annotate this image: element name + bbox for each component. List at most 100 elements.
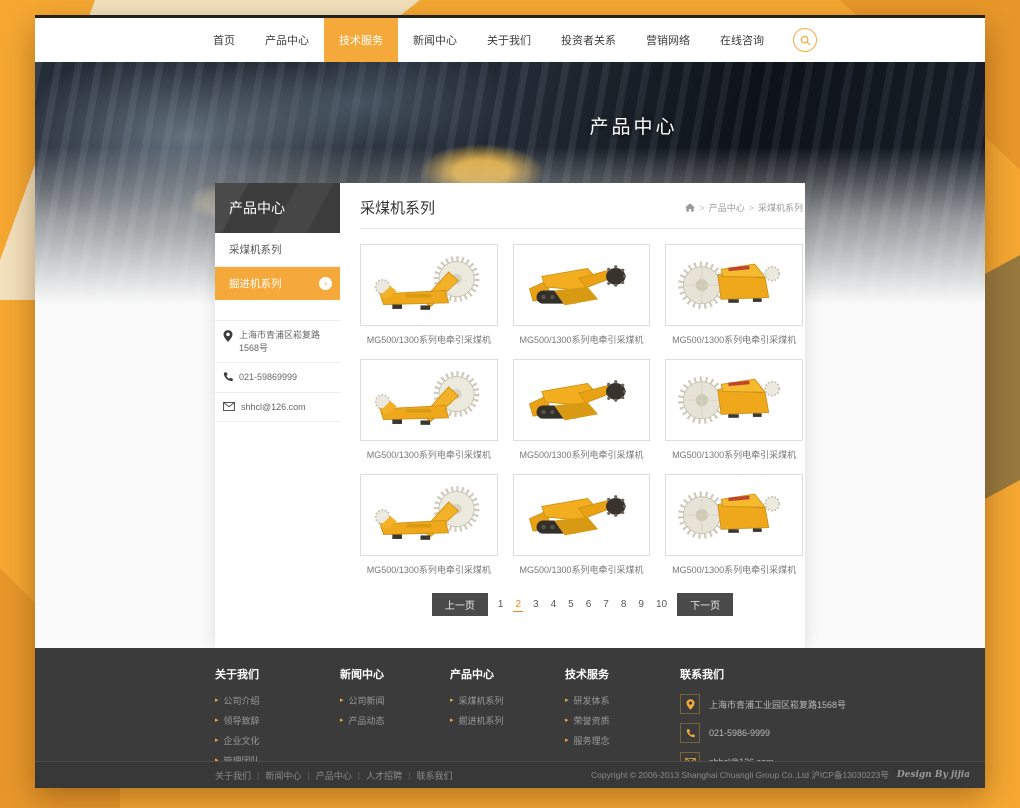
product-caption[interactable]: MG500/1300系列电牵引采煤机: [513, 448, 651, 461]
footer-link-roadheader-series[interactable]: ▸掘进机系列: [450, 714, 565, 727]
bullet-icon: ▸: [340, 697, 344, 704]
bullet-icon: ▸: [215, 717, 219, 724]
bottom-link-contact[interactable]: 联系我们: [416, 769, 452, 782]
bullet-icon: ▸: [565, 717, 569, 724]
map-pin-icon: [680, 694, 700, 714]
bottom-link-news[interactable]: 新闻中心: [265, 769, 301, 782]
footer-bottom-bar: 关于我们| 新闻中心| 产品中心| 人才招聘| 联系我们 Copyright ©…: [35, 761, 985, 788]
product-caption[interactable]: MG500/1300系列电牵引采煤机: [360, 563, 498, 576]
footer-link-rd-system[interactable]: ▸研发体系: [565, 694, 680, 707]
page-number-3[interactable]: 3: [531, 598, 541, 611]
nav-item-online-consult[interactable]: 在线咨询: [705, 18, 779, 62]
prev-page-button[interactable]: 上一页: [432, 593, 488, 616]
page-number-9[interactable]: 9: [636, 598, 646, 611]
nav-item-products[interactable]: 产品中心: [250, 18, 324, 62]
product-caption[interactable]: MG500/1300系列电牵引采煤机: [360, 333, 498, 346]
product-grid: MG500/1300系列电牵引采煤机 MG500/1300系列电牵引采煤机 MG…: [360, 244, 805, 589]
product-caption[interactable]: MG500/1300系列电牵引采煤机: [360, 448, 498, 461]
map-pin-icon: [223, 330, 233, 342]
wheel-shearer-machine-illustration: [672, 250, 797, 320]
bullet-icon: ▸: [450, 697, 454, 704]
product-image-wheel-shearer[interactable]: [665, 244, 803, 326]
nav-item-marketing[interactable]: 营销网络: [631, 18, 705, 62]
footer-link-company-intro[interactable]: ▸公司介绍: [215, 694, 340, 707]
nav-item-about[interactable]: 关于我们: [472, 18, 546, 62]
page-number-5[interactable]: 5: [566, 598, 576, 611]
bottom-link-products[interactable]: 产品中心: [316, 769, 352, 782]
copyright-text: Copyright © 2006-2013 Shanghai Chuangli …: [591, 769, 889, 781]
page-number-7[interactable]: 7: [601, 598, 611, 611]
next-page-button[interactable]: 下一页: [677, 593, 733, 616]
search-button[interactable]: [793, 28, 817, 52]
product-card: MG500/1300系列电牵引采煤机: [513, 359, 651, 474]
footer-link-shearer-series[interactable]: ▸采煤机系列: [450, 694, 565, 707]
product-card: MG500/1300系列电牵引采煤机: [360, 359, 498, 474]
sidebar-title-label: 产品中心: [229, 198, 285, 218]
footer-column-title: 联系我们: [680, 666, 970, 682]
footer-link-honors[interactable]: ▸荣誉资质: [565, 714, 680, 727]
sidebar-address-row: 上海市青浦区崧复路1568号: [215, 321, 340, 363]
page-number-2-current[interactable]: 2: [513, 598, 523, 612]
page-number-4[interactable]: 4: [549, 598, 559, 611]
copyright: Copyright © 2006-2013 Shanghai Chuangli …: [591, 769, 970, 781]
footer-link-company-news[interactable]: ▸公司新闻: [340, 694, 450, 707]
footer-link-product-news[interactable]: ▸产品动态: [340, 714, 450, 727]
sidebar-item-label: 掘进机系列: [229, 276, 282, 291]
nav-item-investor[interactable]: 投资者关系: [546, 18, 631, 62]
divider: |: [257, 770, 259, 780]
page-title: 采煤机系列: [360, 197, 435, 218]
product-caption[interactable]: MG500/1300系列电牵引采煤机: [513, 333, 651, 346]
main-column: 采煤机系列 > 产品中心 > 采煤机系列 MG500/1300系列电牵引采煤机 …: [340, 183, 805, 648]
design-by-logo: Design By jijia: [897, 770, 970, 780]
product-card: MG500/1300系列电牵引采煤机: [665, 244, 803, 359]
product-card: MG500/1300系列电牵引采煤机: [665, 474, 803, 589]
product-image-shearer[interactable]: [360, 359, 498, 441]
sidebar-email-row: shhcl@126.com: [215, 393, 340, 423]
product-image-roadheader[interactable]: [513, 244, 651, 326]
page-number-10[interactable]: 10: [654, 598, 669, 611]
sidebar-email: shhcl@126.com: [241, 401, 306, 414]
wheel-shearer-machine-illustration: [672, 480, 797, 550]
home-icon[interactable]: [685, 203, 695, 212]
bullet-icon: ▸: [565, 737, 569, 744]
product-caption[interactable]: MG500/1300系列电牵引采煤机: [665, 563, 803, 576]
page-number-6[interactable]: 6: [584, 598, 594, 611]
bottom-link-about[interactable]: 关于我们: [215, 769, 251, 782]
roadheader-machine-illustration: [519, 480, 644, 550]
nav-item-home[interactable]: 首页: [198, 18, 250, 62]
roadheader-machine-illustration: [519, 250, 644, 320]
product-image-shearer[interactable]: [360, 474, 498, 556]
product-caption[interactable]: MG500/1300系列电牵引采煤机: [665, 448, 803, 461]
shearer-machine-illustration: [366, 365, 491, 435]
breadcrumb: > 产品中心 > 采煤机系列: [685, 201, 803, 214]
nav-item-news[interactable]: 新闻中心: [398, 18, 472, 62]
nav-item-tech-service[interactable]: 技术服务: [324, 18, 398, 62]
product-card: MG500/1300系列电牵引采煤机: [513, 474, 651, 589]
footer-address: 上海市青浦工业园区崧复路1568号: [709, 698, 846, 711]
sidebar-item-roadheader-series[interactable]: 掘进机系列 ›: [215, 267, 340, 300]
footer-address-row: 上海市青浦工业园区崧复路1568号: [680, 694, 970, 714]
product-image-roadheader[interactable]: [513, 359, 651, 441]
product-caption[interactable]: MG500/1300系列电牵引采煤机: [665, 333, 803, 346]
envelope-icon: [223, 402, 235, 411]
footer-link-service-concept[interactable]: ▸服务理念: [565, 734, 680, 747]
footer-column-title: 关于我们: [215, 666, 340, 682]
footer-link-culture[interactable]: ▸企业文化: [215, 734, 340, 747]
product-card: MG500/1300系列电牵引采煤机: [513, 244, 651, 359]
page-number-8[interactable]: 8: [619, 598, 629, 611]
breadcrumb-item-products[interactable]: 产品中心: [709, 201, 745, 214]
product-image-shearer[interactable]: [360, 244, 498, 326]
sidebar-title: 产品中心: [215, 183, 340, 233]
sidebar-item-shearer-series[interactable]: 采煤机系列: [215, 233, 340, 267]
breadcrumb-separator: >: [699, 203, 704, 213]
bottom-link-careers[interactable]: 人才招聘: [366, 769, 402, 782]
footer-link-leader-speech[interactable]: ▸领导致辞: [215, 714, 340, 727]
bullet-icon: ▸: [215, 737, 219, 744]
main-header: 采煤机系列 > 产品中心 > 采煤机系列: [360, 183, 805, 229]
product-image-roadheader[interactable]: [513, 474, 651, 556]
product-image-wheel-shearer[interactable]: [665, 474, 803, 556]
product-image-wheel-shearer[interactable]: [665, 359, 803, 441]
product-caption[interactable]: MG500/1300系列电牵引采煤机: [513, 563, 651, 576]
page-number-1[interactable]: 1: [496, 598, 506, 611]
roadheader-machine-illustration: [519, 365, 644, 435]
